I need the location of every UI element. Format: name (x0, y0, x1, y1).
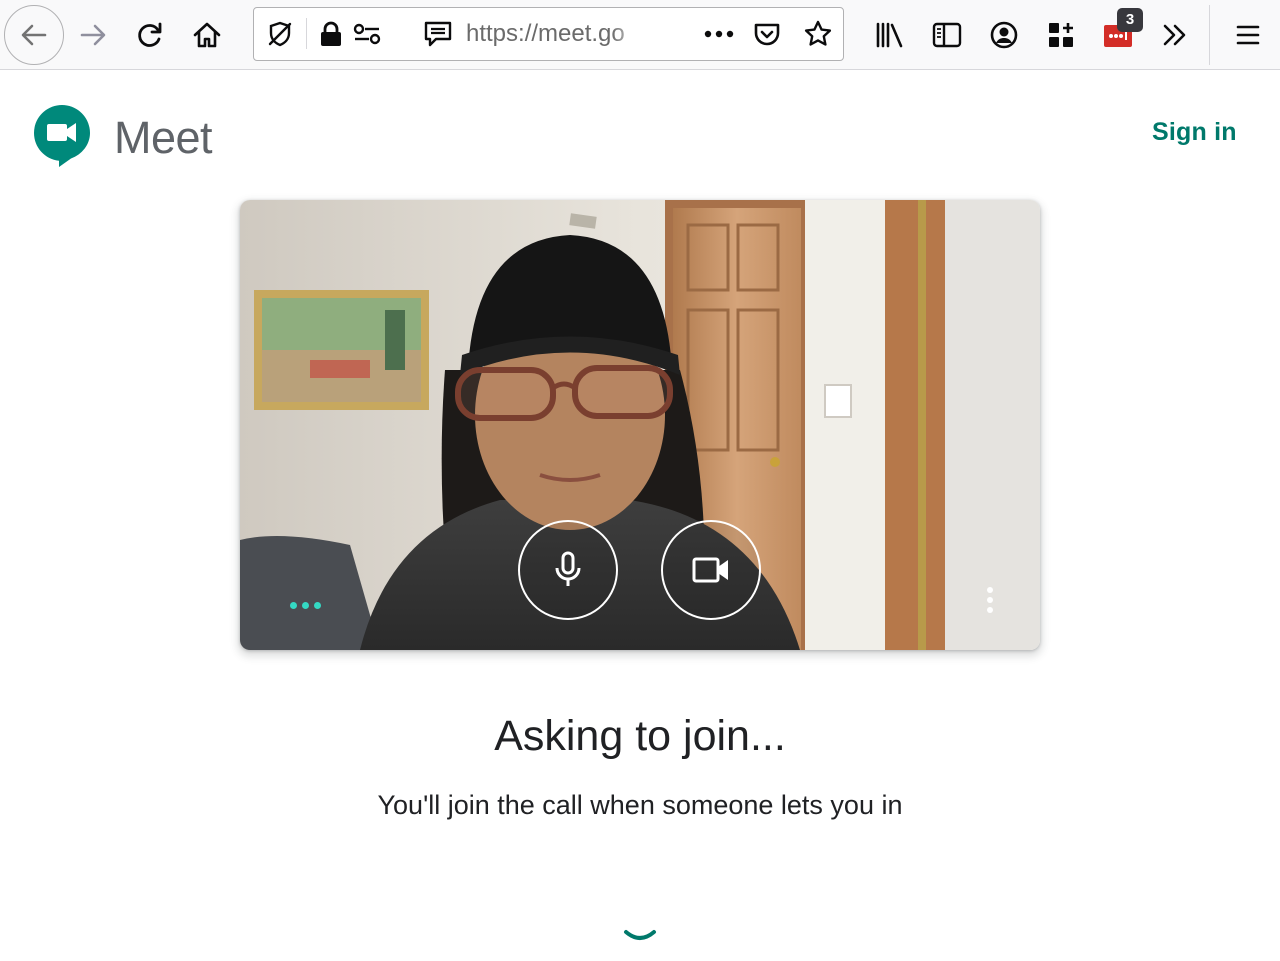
status-subtitle: You'll join the call when someone lets y… (377, 790, 903, 820)
star-icon[interactable] (797, 8, 839, 59)
extension-badge: 3 (1117, 8, 1143, 32)
library-button[interactable] (868, 14, 912, 56)
sidebar-icon (932, 22, 962, 48)
chevron-double-right-icon (1163, 24, 1186, 46)
meet-logo-icon[interactable] (33, 104, 91, 168)
reload-button[interactable] (129, 14, 171, 56)
browser-toolbar: https://meet.go 3 (0, 0, 1280, 70)
sidebar-button[interactable] (925, 14, 969, 56)
containers-button[interactable] (1039, 14, 1083, 56)
hamburger-menu-icon (1236, 25, 1260, 45)
url-text[interactable]: https://meet.go (466, 8, 644, 59)
back-button[interactable] (4, 5, 64, 65)
loading-spinner-icon (624, 930, 656, 940)
arrow-right-icon (80, 24, 106, 46)
video-camera-icon (692, 557, 728, 583)
lock-icon[interactable] (316, 8, 346, 59)
address-bar[interactable]: https://meet.go (253, 7, 844, 61)
permissions-icon[interactable] (350, 8, 384, 59)
overflow-button[interactable] (1153, 14, 1197, 56)
arrow-left-icon (21, 24, 47, 46)
meet-wordmark: Meet (114, 112, 213, 163)
microphone-icon (555, 551, 581, 586)
reload-icon (138, 22, 162, 47)
home-icon (193, 22, 221, 48)
forward-button[interactable] (72, 14, 114, 56)
tracking-protection-icon[interactable] (260, 8, 300, 59)
toolbar-divider (1209, 5, 1210, 65)
camera-feed (240, 200, 1040, 650)
ellipsis-icon[interactable] (697, 8, 741, 59)
sign-in-button[interactable]: Sign in (1152, 111, 1237, 153)
audio-level-icon (290, 598, 324, 612)
status-title: Asking to join... (494, 712, 786, 760)
more-vert-icon[interactable] (978, 580, 1002, 620)
microphone-toggle-button[interactable] (518, 520, 618, 620)
account-icon (990, 21, 1018, 49)
library-icon (876, 22, 903, 48)
camera-toggle-button[interactable] (661, 520, 761, 620)
pocket-icon[interactable] (746, 8, 788, 59)
menu-button[interactable] (1226, 14, 1270, 56)
home-button[interactable] (186, 14, 228, 56)
account-button[interactable] (982, 14, 1026, 56)
urlbar-divider (306, 18, 307, 49)
reader-view-icon[interactable] (420, 8, 456, 59)
video-preview (240, 200, 1040, 650)
containers-icon (1049, 23, 1073, 47)
